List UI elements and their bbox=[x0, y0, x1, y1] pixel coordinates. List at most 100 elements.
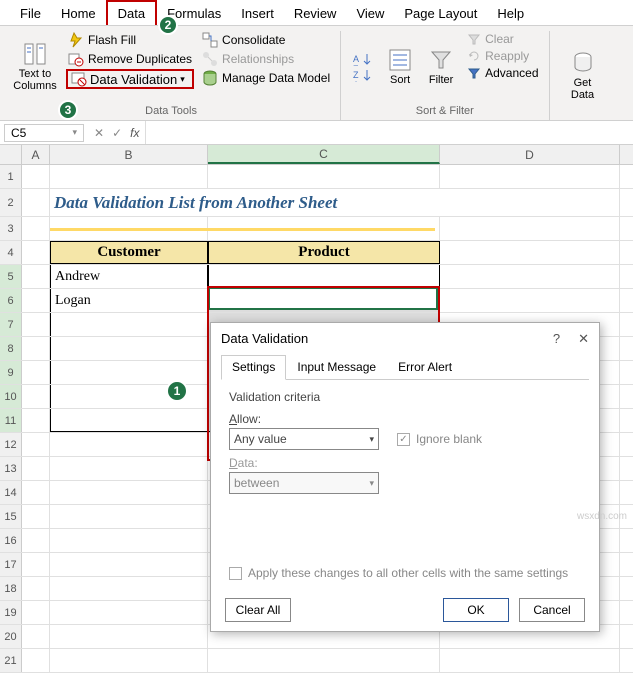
tab-review[interactable]: Review bbox=[284, 2, 347, 25]
tab-help[interactable]: Help bbox=[487, 2, 534, 25]
row-header-18[interactable]: 18 bbox=[0, 577, 22, 600]
cell-a17[interactable] bbox=[22, 553, 50, 576]
row-header-3[interactable]: 3 bbox=[0, 217, 22, 240]
cell-a12[interactable] bbox=[22, 433, 50, 456]
row-header-13[interactable]: 13 bbox=[0, 457, 22, 480]
col-header-c[interactable]: C bbox=[208, 145, 440, 164]
cell-b20[interactable] bbox=[50, 625, 208, 648]
cell-d4[interactable] bbox=[440, 241, 620, 264]
row-header-9[interactable]: 9 bbox=[0, 361, 22, 384]
tab-data[interactable]: Data bbox=[106, 0, 157, 25]
cell-b14[interactable] bbox=[50, 481, 208, 504]
filter-button[interactable]: Filter bbox=[423, 31, 459, 103]
cell-a7[interactable] bbox=[22, 313, 50, 336]
advanced-button[interactable]: Advanced bbox=[465, 65, 540, 81]
cell-b12[interactable] bbox=[50, 433, 208, 456]
row-header-12[interactable]: 12 bbox=[0, 433, 22, 456]
col-header-a[interactable]: A bbox=[22, 145, 50, 164]
row-header-10[interactable]: 10 bbox=[0, 385, 22, 408]
cancel-button[interactable]: Cancel bbox=[519, 598, 585, 622]
cell-b15[interactable] bbox=[50, 505, 208, 528]
row-header-15[interactable]: 15 bbox=[0, 505, 22, 528]
tab-view[interactable]: View bbox=[346, 2, 394, 25]
consolidate-button[interactable]: Consolidate bbox=[200, 31, 332, 49]
cell-a1[interactable] bbox=[22, 165, 50, 188]
cell-a3[interactable] bbox=[22, 217, 50, 240]
cell-c21[interactable] bbox=[208, 649, 440, 672]
text-to-columns-button[interactable]: Text to Columns bbox=[10, 31, 60, 103]
select-all-corner[interactable] bbox=[0, 145, 22, 164]
cell-a13[interactable] bbox=[22, 457, 50, 480]
cell-a18[interactable] bbox=[22, 577, 50, 600]
cell-a5[interactable] bbox=[22, 265, 50, 288]
dialog-tab-error-alert[interactable]: Error Alert bbox=[387, 355, 463, 379]
formula-input[interactable] bbox=[145, 121, 633, 144]
ok-button[interactable]: OK bbox=[443, 598, 509, 622]
cell-b2[interactable]: Data Validation List from Another Sheet bbox=[50, 189, 440, 216]
row-header-19[interactable]: 19 bbox=[0, 601, 22, 624]
row-header-16[interactable]: 16 bbox=[0, 529, 22, 552]
tab-file[interactable]: File bbox=[10, 2, 51, 25]
cell-b19[interactable] bbox=[50, 601, 208, 624]
cell-b9[interactable] bbox=[50, 361, 208, 384]
cell-b21[interactable] bbox=[50, 649, 208, 672]
row-header-6[interactable]: 6 bbox=[0, 289, 22, 312]
cell-b11[interactable] bbox=[50, 409, 208, 432]
cell-a8[interactable] bbox=[22, 337, 50, 360]
row-header-5[interactable]: 5 bbox=[0, 265, 22, 288]
cancel-formula-icon[interactable]: ✕ bbox=[94, 126, 104, 140]
cell-a4[interactable] bbox=[22, 241, 50, 264]
dialog-tab-settings[interactable]: Settings bbox=[221, 355, 286, 380]
row-header-20[interactable]: 20 bbox=[0, 625, 22, 648]
cell-b18[interactable] bbox=[50, 577, 208, 600]
cell-a10[interactable] bbox=[22, 385, 50, 408]
cell-d1[interactable] bbox=[440, 165, 620, 188]
cell-b4[interactable]: Customer bbox=[50, 241, 208, 264]
manage-data-model-button[interactable]: Manage Data Model bbox=[200, 69, 332, 87]
cell-a16[interactable] bbox=[22, 529, 50, 552]
name-box[interactable]: C5 ▾ bbox=[4, 124, 84, 142]
cell-a20[interactable] bbox=[22, 625, 50, 648]
cell-d5[interactable] bbox=[440, 265, 620, 288]
cell-a11[interactable] bbox=[22, 409, 50, 432]
row-header-14[interactable]: 14 bbox=[0, 481, 22, 504]
cell-b16[interactable] bbox=[50, 529, 208, 552]
col-header-b[interactable]: B bbox=[50, 145, 208, 164]
cell-d21[interactable] bbox=[440, 649, 620, 672]
fx-icon[interactable]: fx bbox=[130, 126, 139, 140]
cell-c5[interactable] bbox=[208, 265, 440, 288]
sort-az-buttons[interactable]: AZ ZA bbox=[349, 31, 377, 103]
close-icon[interactable]: ✕ bbox=[578, 331, 589, 347]
cell-a15[interactable] bbox=[22, 505, 50, 528]
cell-a19[interactable] bbox=[22, 601, 50, 624]
remove-duplicates-button[interactable]: Remove Duplicates bbox=[66, 50, 194, 68]
tab-home[interactable]: Home bbox=[51, 2, 106, 25]
row-header-11[interactable]: 11 bbox=[0, 409, 22, 432]
tab-insert[interactable]: Insert bbox=[231, 2, 284, 25]
cell-b5[interactable]: Andrew bbox=[50, 265, 208, 288]
cell-a21[interactable] bbox=[22, 649, 50, 672]
row-header-2[interactable]: 2 bbox=[0, 189, 22, 216]
cell-d3[interactable] bbox=[440, 217, 620, 240]
cell-b17[interactable] bbox=[50, 553, 208, 576]
cell-a14[interactable] bbox=[22, 481, 50, 504]
row-header-8[interactable]: 8 bbox=[0, 337, 22, 360]
row-header-7[interactable]: 7 bbox=[0, 313, 22, 336]
help-icon[interactable]: ? bbox=[553, 331, 560, 347]
row-header-17[interactable]: 17 bbox=[0, 553, 22, 576]
cell-c1[interactable] bbox=[208, 165, 440, 188]
cell-b6[interactable]: Logan bbox=[50, 289, 208, 312]
cell-b1[interactable] bbox=[50, 165, 208, 188]
tab-page-layout[interactable]: Page Layout bbox=[394, 2, 487, 25]
col-header-d[interactable]: D bbox=[440, 145, 620, 164]
get-data-button[interactable]: Get Data bbox=[558, 31, 608, 121]
cell-a6[interactable] bbox=[22, 289, 50, 312]
row-header-21[interactable]: 21 bbox=[0, 649, 22, 672]
row-header-4[interactable]: 4 bbox=[0, 241, 22, 264]
allow-select[interactable]: Any value ▾ bbox=[229, 428, 379, 450]
cell-b8[interactable] bbox=[50, 337, 208, 360]
enter-formula-icon[interactable]: ✓ bbox=[112, 126, 122, 140]
cell-c4[interactable]: Product bbox=[208, 241, 440, 264]
cell-a9[interactable] bbox=[22, 361, 50, 384]
data-validation-button[interactable]: Data Validation ▾ bbox=[66, 69, 194, 89]
